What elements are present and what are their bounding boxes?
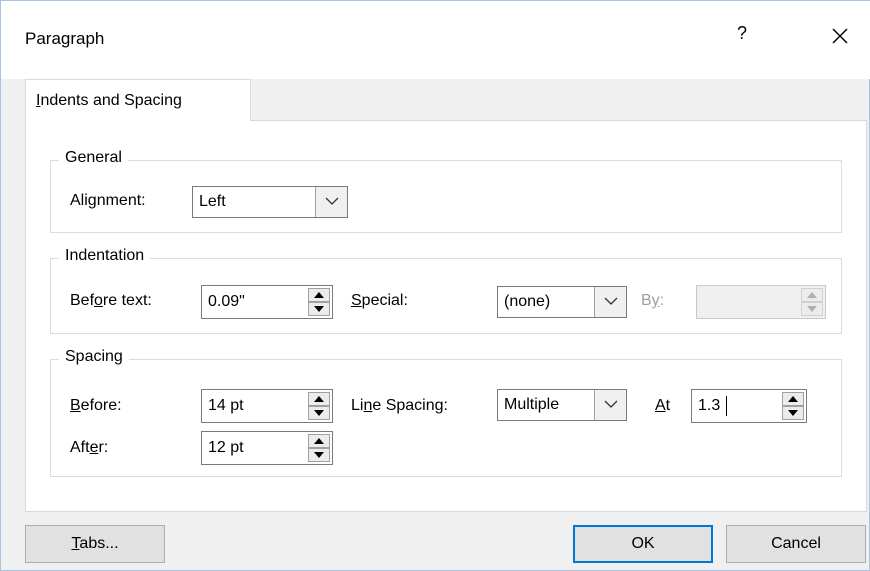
line-spacing-label: Line Spacing: [351, 397, 448, 414]
general-group-label: General [59, 149, 128, 167]
before-text-label: Before text: [70, 292, 152, 309]
chevron-down-icon [604, 297, 618, 305]
indentation-group: Indentation Before text: 0.09" Special: … [50, 247, 842, 334]
at-decrement[interactable] [782, 406, 804, 420]
before-decrement[interactable] [308, 406, 330, 420]
tabs-button-label: Tabs... [71, 535, 119, 552]
ok-button[interactable]: OK [573, 525, 713, 563]
tab-panel: General Alignment: Left Indentation Befo… [25, 120, 867, 512]
chevron-down-icon [604, 400, 618, 408]
triangle-down-icon [788, 410, 798, 416]
alignment-dropdown-button[interactable] [315, 187, 347, 217]
help-button[interactable]: ? [737, 23, 747, 44]
tab-label: Indents and Spacing [36, 92, 182, 109]
triangle-up-icon [788, 396, 798, 402]
before-value: 14 pt [208, 397, 244, 414]
at-increment[interactable] [782, 392, 804, 406]
triangle-down-icon [314, 452, 324, 458]
special-select[interactable]: (none) [497, 286, 627, 318]
line-spacing-dropdown-button[interactable] [594, 390, 626, 420]
after-decrement[interactable] [308, 448, 330, 462]
at-spinner[interactable]: 1.3 [691, 389, 807, 423]
cancel-button[interactable]: Cancel [726, 525, 866, 563]
before-text-decrement[interactable] [308, 302, 330, 316]
before-text-increment[interactable] [308, 288, 330, 302]
alignment-select[interactable]: Left [192, 186, 348, 218]
by-label: By: [641, 292, 665, 309]
special-value: (none) [504, 293, 551, 310]
tab-indents-and-spacing[interactable]: Indents and Spacing [25, 79, 251, 121]
at-label: At [655, 397, 671, 414]
special-dropdown-button[interactable] [594, 287, 626, 317]
before-spinner[interactable]: 14 pt [201, 389, 333, 423]
tabs-button[interactable]: Tabs... [25, 525, 165, 563]
after-value: 12 pt [208, 439, 244, 456]
indentation-group-label: Indentation [59, 247, 151, 265]
before-text-spinner[interactable]: 0.09" [201, 285, 333, 319]
triangle-down-icon [807, 306, 817, 312]
spacing-group: Spacing Before: 14 pt After: 12 pt Line … [50, 348, 842, 477]
triangle-up-icon [314, 396, 324, 402]
triangle-up-icon [314, 292, 324, 298]
at-value: 1.3 [698, 397, 721, 414]
dialog-title: Paragraph [25, 29, 105, 48]
after-spinner[interactable]: 12 pt [201, 431, 333, 465]
title-bar: Paragraph ? [1, 1, 870, 79]
after-label: After: [70, 439, 109, 456]
close-icon [832, 28, 848, 44]
before-increment[interactable] [308, 392, 330, 406]
chevron-down-icon [325, 197, 339, 205]
text-caret [726, 396, 727, 416]
triangle-down-icon [314, 306, 324, 312]
before-label: Before: [70, 397, 122, 414]
alignment-value: Left [199, 193, 226, 210]
by-decrement [801, 302, 823, 316]
special-label: Special: [351, 292, 408, 309]
before-text-value: 0.09" [208, 293, 245, 310]
alignment-label: Alignment: [70, 192, 146, 209]
line-spacing-value: Multiple [504, 396, 560, 413]
general-group: General Alignment: Left [50, 149, 842, 233]
triangle-down-icon [314, 410, 324, 416]
by-increment [801, 288, 823, 302]
triangle-up-icon [314, 438, 324, 444]
spacing-group-label: Spacing [59, 348, 129, 366]
after-increment[interactable] [308, 434, 330, 448]
by-spinner [696, 285, 826, 319]
triangle-up-icon [807, 292, 817, 298]
close-button[interactable] [825, 21, 855, 51]
line-spacing-select[interactable]: Multiple [497, 389, 627, 421]
paragraph-dialog: Paragraph ? Indents and Spacing General … [0, 0, 870, 571]
